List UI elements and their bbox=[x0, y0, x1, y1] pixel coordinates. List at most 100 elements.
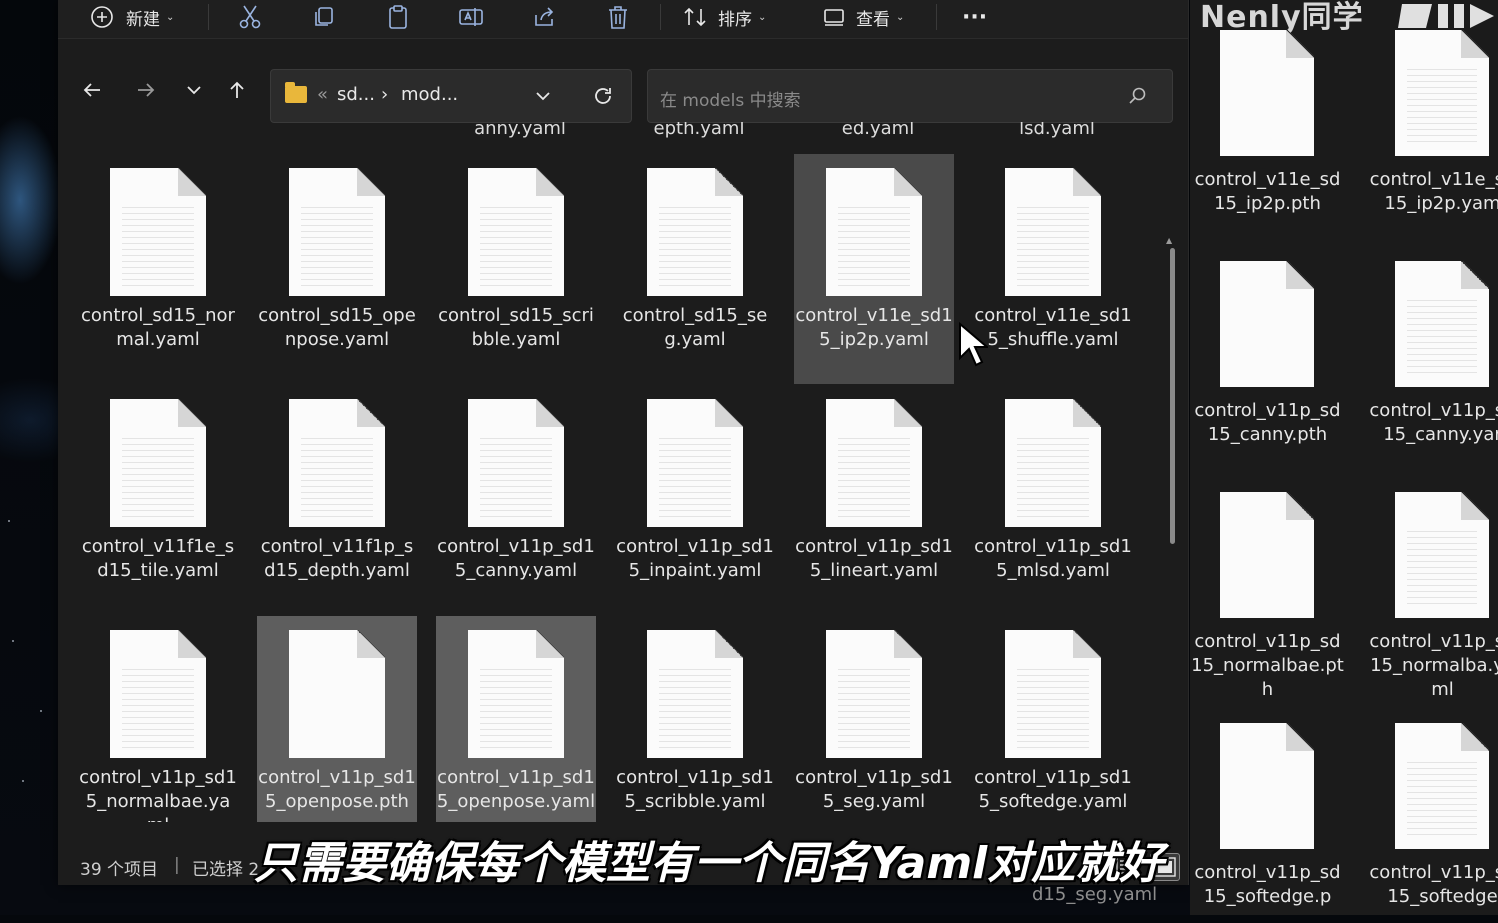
document-file-icon bbox=[1220, 30, 1314, 156]
file-item[interactable]: control_v11p_sd15_seg.yaml bbox=[794, 616, 954, 822]
document-file-icon bbox=[1005, 630, 1101, 758]
file-item[interactable]: control_v11p_sd15_inpaint.yaml bbox=[615, 385, 775, 615]
sort-button-label: 排序 bbox=[718, 9, 752, 30]
search-box[interactable]: 在 models 中搜索 bbox=[647, 69, 1173, 123]
file-grid: anny.yaml epth.yaml ed.yaml lsd.yaml con… bbox=[58, 122, 1168, 822]
file-item[interactable]: control_sd15_scribble.yaml bbox=[436, 154, 596, 384]
up-button[interactable] bbox=[219, 72, 255, 108]
clipboard-icon bbox=[386, 4, 410, 30]
file-item[interactable]: control_v11p_sd15_softedge bbox=[1365, 693, 1498, 923]
view-icon bbox=[822, 5, 846, 29]
mouse-cursor-icon bbox=[958, 321, 990, 372]
paste-button[interactable] bbox=[386, 0, 410, 34]
recent-locations-button[interactable] bbox=[176, 72, 212, 108]
file-item[interactable]: control_v11e_sd15_shuffle.yaml bbox=[973, 154, 1133, 384]
command-bar: 新建 ⌄ 排序 ⌄ 查看 ⌄ ··· bbox=[58, 0, 1188, 39]
file-item[interactable]: control_v11p_sd15_canny.yaml bbox=[436, 385, 596, 615]
toolbar-divider bbox=[660, 4, 661, 30]
cut-button[interactable] bbox=[238, 0, 262, 34]
file-item[interactable]: control_v11p_sd15_softedge.p bbox=[1190, 693, 1360, 923]
chevron-down-icon bbox=[536, 92, 550, 101]
partial-file-name[interactable]: lsd.yaml bbox=[977, 122, 1137, 139]
breadcrumb-overflow[interactable]: « bbox=[317, 84, 328, 105]
selected-count: 已选择 2 bbox=[192, 860, 260, 880]
star-decoration bbox=[8, 520, 10, 522]
plus-circle-icon bbox=[90, 5, 114, 29]
file-item[interactable]: control_v11p_sd15_mlsd.yaml bbox=[973, 385, 1133, 615]
file-name: control_v11p_sd15_softedge.yaml bbox=[974, 767, 1132, 812]
file-item[interactable]: control_v11p_sd15_normalbae.yaml bbox=[78, 616, 238, 822]
file-explorer-window: 新建 ⌄ 排序 ⌄ 查看 ⌄ ··· « sd... › mod... 在 mo… bbox=[58, 0, 1189, 885]
document-file-icon bbox=[289, 630, 385, 758]
delete-button[interactable] bbox=[606, 0, 630, 34]
partial-file-name[interactable]: ed.yaml bbox=[798, 122, 958, 139]
file-item[interactable]: control_v11p_sd15_normalba.yaml bbox=[1365, 462, 1498, 700]
search-placeholder: 在 models 中搜索 bbox=[660, 91, 801, 111]
file-name: control_v11p_sd15_inpaint.yaml bbox=[616, 536, 774, 581]
file-name: control_v11f1e_sd15_tile.yaml bbox=[81, 536, 235, 581]
bilibili-logo bbox=[1398, 0, 1498, 34]
document-file-icon bbox=[110, 630, 206, 758]
arrow-up-icon bbox=[230, 81, 244, 98]
file-item[interactable]: control_v11p_sd15_canny.pth bbox=[1190, 231, 1360, 461]
file-item[interactable]: control_v11f1e_sd15_tile.yaml bbox=[78, 385, 238, 615]
file-item[interactable]: control_v11e_sd15_ip2p.pth bbox=[1190, 0, 1360, 230]
file-name: control_v11p_sd15_canny.yaml bbox=[437, 536, 595, 581]
more-options-button[interactable]: ··· bbox=[962, 0, 987, 34]
chevron-down-icon: ⌄ bbox=[758, 11, 767, 23]
toolbar-divider bbox=[936, 4, 937, 30]
breadcrumb-separator: › bbox=[381, 84, 389, 105]
document-file-icon bbox=[1395, 261, 1489, 387]
file-name: control_v11p_sd15_normalba.yaml bbox=[1369, 631, 1498, 700]
file-item[interactable]: control_sd15_seg.yaml bbox=[615, 154, 775, 384]
file-item[interactable]: control_v11p_sd15_openpose.yaml bbox=[436, 616, 596, 822]
trash-icon bbox=[606, 4, 630, 30]
file-item[interactable]: control_v11f1p_sd15_depth.yaml bbox=[257, 385, 417, 615]
partial-file-name[interactable]: epth.yaml bbox=[619, 122, 779, 139]
file-item[interactable]: control_sd15_openpose.yaml bbox=[257, 154, 417, 384]
vertical-scrollbar[interactable] bbox=[1170, 248, 1175, 544]
file-item[interactable]: control_v11p_sd15_softedge.yaml bbox=[973, 616, 1133, 822]
forward-button[interactable] bbox=[128, 72, 164, 108]
file-item[interactable]: control_v11e_sd15_ip2p.yam bbox=[1365, 0, 1498, 230]
scissors-icon bbox=[238, 4, 262, 30]
search-icon[interactable] bbox=[1128, 86, 1148, 110]
file-name: control_v11p_sd15_lineart.yaml bbox=[795, 536, 953, 581]
share-button[interactable] bbox=[532, 0, 556, 34]
refresh-button[interactable] bbox=[591, 84, 615, 112]
arrow-right-icon bbox=[138, 83, 155, 97]
file-item[interactable]: control_v11p_sd15_scribble.yaml bbox=[615, 616, 775, 822]
partial-file-name[interactable]: anny.yaml bbox=[440, 122, 600, 139]
address-dropdown-button[interactable] bbox=[533, 86, 553, 110]
scroll-up-arrow[interactable]: ▲ bbox=[1166, 236, 1172, 245]
file-name: control_v11p_sd15_normalbae.pth bbox=[1191, 631, 1344, 700]
file-name: control_v11p_sd15_canny.pth bbox=[1194, 400, 1341, 445]
file-item[interactable]: control_v11p_sd15_canny.yar bbox=[1365, 231, 1498, 461]
breadcrumb-item-sd[interactable]: sd... bbox=[337, 84, 375, 105]
file-item[interactable]: control_v11e_sd15_ip2p.yaml bbox=[794, 154, 954, 384]
document-file-icon bbox=[826, 399, 922, 527]
file-name: control_v11p_sd15_mlsd.yaml bbox=[974, 536, 1132, 581]
rename-button[interactable] bbox=[458, 0, 484, 34]
document-file-icon bbox=[1005, 399, 1101, 527]
document-file-icon bbox=[1395, 492, 1489, 618]
file-item[interactable]: control_v11p_sd15_normalbae.pth bbox=[1190, 462, 1360, 700]
file-name: control_v11p_sd15_canny.yar bbox=[1369, 400, 1498, 445]
sort-button[interactable]: 排序 ⌄ bbox=[682, 0, 766, 34]
secondary-explorer-window: Nenly同学 control_v11e_sd15_ip2p.pth contro… bbox=[1190, 0, 1498, 915]
address-bar[interactable]: « sd... › mod... bbox=[270, 69, 632, 123]
document-file-icon bbox=[110, 168, 206, 296]
document-file-icon bbox=[468, 168, 564, 296]
refresh-icon bbox=[595, 88, 611, 104]
document-file-icon bbox=[1395, 723, 1489, 849]
copy-button[interactable] bbox=[312, 0, 336, 34]
file-item[interactable]: control_sd15_normal.yaml bbox=[78, 154, 238, 384]
file-name: control_v11p_sd15_openpose.yaml bbox=[436, 767, 596, 812]
view-button[interactable]: 查看 ⌄ bbox=[822, 0, 904, 34]
file-item[interactable]: control_v11p_sd15_openpose.pth bbox=[257, 616, 417, 822]
breadcrumb-item-models[interactable]: mod... bbox=[401, 84, 458, 105]
new-button[interactable]: 新建 ⌄ bbox=[90, 0, 174, 34]
document-file-icon bbox=[289, 399, 385, 527]
file-item[interactable]: control_v11p_sd15_lineart.yaml bbox=[794, 385, 954, 615]
back-button[interactable] bbox=[74, 72, 110, 108]
